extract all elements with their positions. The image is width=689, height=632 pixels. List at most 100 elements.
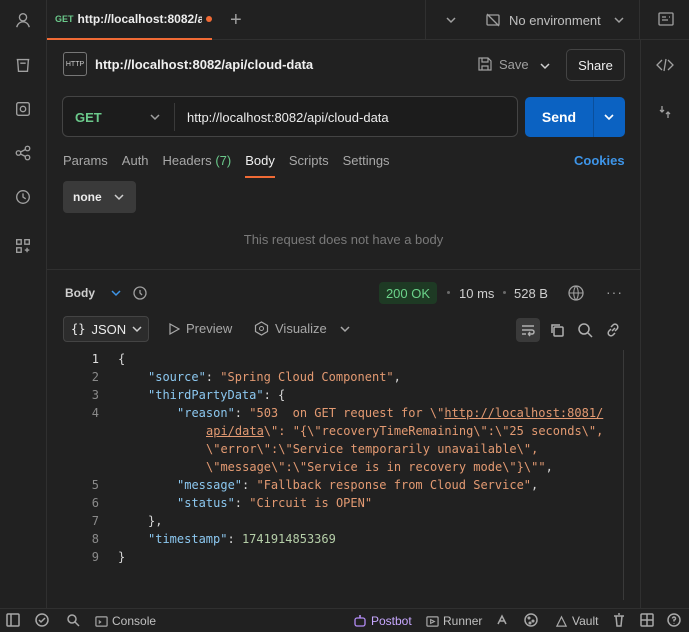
chevron-down-icon bbox=[114, 194, 124, 201]
search-button[interactable] bbox=[573, 318, 597, 342]
visualize-label: Visualize bbox=[275, 321, 327, 336]
save-button[interactable]: Save bbox=[477, 56, 529, 72]
request-name[interactable]: http://localhost:8082/api/cloud-data bbox=[95, 57, 313, 72]
chevron-down-icon bbox=[111, 290, 121, 297]
code-line: "reason": "503 on GET request for \"http… bbox=[177, 406, 604, 420]
environments-icon[interactable] bbox=[13, 99, 33, 119]
visualize-chevron-icon[interactable] bbox=[340, 324, 350, 334]
wrap-lines-button[interactable] bbox=[516, 318, 540, 342]
status-bar: Console Postbot Runner Vault bbox=[0, 608, 689, 632]
environment-label: No environment bbox=[509, 12, 601, 28]
line-number: 3 bbox=[91, 388, 99, 402]
toggle-sidebar-icon[interactable] bbox=[6, 613, 20, 627]
code-line: "source": "Spring Cloud Component", bbox=[148, 370, 401, 384]
method-chevron-icon[interactable] bbox=[149, 111, 161, 123]
save-chevron-icon[interactable] bbox=[539, 60, 551, 72]
headers-count: (7) bbox=[215, 153, 232, 168]
tab-body[interactable]: Body bbox=[245, 153, 275, 178]
code-scrollbar[interactable] bbox=[623, 350, 624, 600]
pane-divider[interactable] bbox=[47, 269, 640, 270]
line-number: 2 bbox=[91, 370, 99, 384]
empty-body-message: This request does not have a body bbox=[243, 232, 444, 247]
preview-label: Preview bbox=[186, 321, 233, 336]
save-icon bbox=[478, 57, 492, 71]
vault-icon bbox=[555, 615, 568, 627]
format-dropdown[interactable]: {} JSON bbox=[63, 316, 149, 342]
tab-params[interactable]: Params bbox=[63, 153, 108, 178]
send-button[interactable]: Send bbox=[525, 97, 593, 137]
send-options-chevron-icon[interactable] bbox=[602, 110, 616, 124]
tab-settings[interactable]: Settings bbox=[343, 153, 390, 178]
line-number: 5 bbox=[91, 478, 99, 492]
postbot-button[interactable]: Postbot bbox=[353, 614, 412, 628]
no-environment-icon bbox=[486, 13, 500, 27]
link-icon bbox=[607, 323, 619, 337]
environment-selector[interactable]: No environment bbox=[485, 0, 601, 40]
send-button-group: Send bbox=[525, 97, 625, 137]
trash-icon[interactable] bbox=[612, 613, 626, 627]
headers-label: Headers bbox=[162, 153, 212, 168]
user-icon[interactable] bbox=[13, 10, 33, 30]
method-selector[interactable]: GET bbox=[75, 110, 102, 125]
http-icon: HTTP bbox=[63, 52, 87, 76]
environment-quicklook-icon[interactable] bbox=[657, 11, 675, 29]
find-icon[interactable] bbox=[66, 613, 80, 627]
capture-requests-icon[interactable] bbox=[495, 613, 509, 627]
console-button[interactable]: Console bbox=[95, 614, 156, 628]
code-icon[interactable] bbox=[656, 57, 674, 73]
response-body-label: Body bbox=[65, 286, 95, 300]
console-icon bbox=[95, 615, 108, 627]
environment-chevron-icon[interactable] bbox=[613, 14, 625, 26]
related-arrows-icon[interactable] bbox=[658, 104, 672, 120]
chevron-down-icon[interactable] bbox=[445, 14, 457, 26]
code-line: "timestamp": 1741914853369 bbox=[148, 532, 336, 546]
tab-scripts[interactable]: Scripts bbox=[289, 153, 329, 178]
cookies-link[interactable]: Cookies bbox=[574, 153, 625, 168]
link-button[interactable] bbox=[601, 318, 625, 342]
apps-icon[interactable] bbox=[13, 236, 33, 256]
cookies-icon[interactable] bbox=[524, 613, 538, 627]
copy-button[interactable] bbox=[545, 318, 569, 342]
url-input[interactable]: http://localhost:8082/api/cloud-data bbox=[187, 110, 389, 125]
more-options-icon[interactable]: ··· bbox=[606, 284, 623, 300]
postbot-label: Postbot bbox=[371, 614, 412, 628]
postbot-icon bbox=[354, 615, 366, 627]
console-label: Console bbox=[112, 614, 157, 628]
response-history-icon[interactable] bbox=[132, 285, 148, 301]
collections-icon[interactable] bbox=[13, 55, 33, 75]
share-button[interactable]: Share bbox=[566, 49, 625, 81]
help-icon[interactable] bbox=[667, 613, 681, 627]
layout-icon[interactable] bbox=[640, 613, 654, 627]
history-icon[interactable] bbox=[13, 187, 33, 207]
tab-title: http://localhost:8082/api/cloud-data bbox=[77, 12, 203, 26]
visualize-button[interactable]: Visualize bbox=[254, 321, 327, 336]
code-line: } bbox=[118, 550, 126, 564]
flows-icon[interactable] bbox=[13, 143, 33, 163]
response-size[interactable]: 528 B bbox=[514, 286, 548, 301]
request-tabs: Params Auth Headers (7) Body Scripts Set… bbox=[63, 153, 390, 178]
tab-bar: GET http://localhost:8082/api/cloud-data… bbox=[47, 0, 689, 40]
search-icon bbox=[578, 323, 593, 338]
code-line: "status": "Circuit is OPEN" bbox=[177, 496, 373, 510]
preview-button[interactable]: Preview bbox=[168, 321, 232, 336]
response-body-selector[interactable]: Body bbox=[65, 286, 121, 300]
tab-method: GET bbox=[55, 14, 74, 24]
runner-icon bbox=[426, 615, 439, 627]
tab-headers[interactable]: Headers (7) bbox=[163, 153, 232, 178]
tab-auth[interactable]: Auth bbox=[122, 153, 149, 178]
status-badge[interactable]: 200 OK bbox=[379, 282, 437, 304]
line-number: 4 bbox=[91, 406, 99, 420]
network-globe-icon[interactable] bbox=[567, 284, 585, 302]
online-status-icon[interactable] bbox=[35, 613, 49, 627]
line-number: 9 bbox=[91, 550, 99, 564]
format-label: JSON bbox=[91, 321, 127, 337]
request-tab[interactable]: GET http://localhost:8082/api/cloud-data bbox=[47, 0, 212, 40]
save-label: Save bbox=[499, 56, 529, 72]
new-tab-plus-icon[interactable]: + bbox=[230, 10, 242, 30]
runner-button[interactable]: Runner bbox=[426, 614, 482, 628]
vault-button[interactable]: Vault bbox=[555, 614, 598, 628]
body-type-dropdown[interactable]: none bbox=[63, 181, 136, 213]
line-number: 8 bbox=[91, 532, 99, 546]
response-time[interactable]: 10 ms bbox=[459, 286, 494, 301]
copy-icon bbox=[551, 324, 564, 337]
